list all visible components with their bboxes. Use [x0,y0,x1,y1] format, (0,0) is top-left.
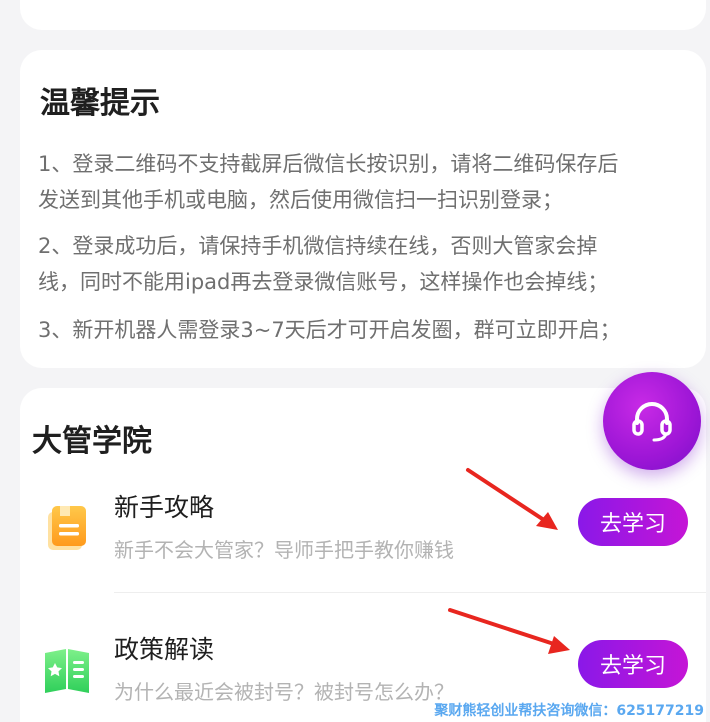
study-button[interactable]: 去学习 [578,640,688,688]
tip-1-line-1: 1、登录二维码不支持截屏后微信长按识别，请将二维码保存后 [38,152,619,176]
academy-card: 大管学院 新手攻略 新手不会大管家？导师手把手教你赚钱 去学习 政策解读 为什么… [20,388,706,722]
academy-item-beginner-guide[interactable]: 新手攻略 新手不会大管家？导师手把手教你赚钱 去学习 [20,478,706,588]
item-description: 新手不会大管家？导师手把手教你赚钱 [114,538,454,562]
tip-item-1: 1、登录二维码不支持截屏后微信长按识别，请将二维码保存后 发送到其他手机或电脑，… [38,146,700,218]
annotation-arrow-icon [448,608,570,654]
watermark-text: 聚财熊轻创业帮扶咨询微信：625177219 [434,703,704,719]
tips-card: 温馨提示 1、登录二维码不支持截屏后微信长按识别，请将二维码保存后 发送到其他手… [20,50,706,368]
tips-title: 温馨提示 [40,86,160,121]
tip-3-line-1: 3、新开机器人需登录3~7天后才可开启发圈，群可立即开启； [38,318,621,342]
customer-service-button[interactable] [603,372,701,470]
item-divider [114,592,706,593]
study-button[interactable]: 去学习 [578,498,688,546]
item-title: 政策解读 [114,635,215,664]
annotation-arrow-icon [466,468,558,530]
tip-2-line-2: 线，同时不能用ipad再去登录微信账号，这样操作也会掉线； [38,270,609,294]
item-description: 为什么最近会被封号？被封号怎么办？ [114,680,454,704]
tip-2-line-1: 2、登录成功后，请保持手机微信持续在线，否则大管家会掉 [38,234,598,258]
tip-item-3: 3、新开机器人需登录3~7天后才可开启发圈，群可立即开启； [38,312,700,348]
tip-item-2: 2、登录成功后，请保持手机微信持续在线，否则大管家会掉 线，同时不能用ipad再… [38,228,700,300]
headset-icon [632,402,672,442]
book-icon [48,506,86,550]
previous-section-card [20,0,706,30]
tip-1-line-2: 发送到其他手机或电脑，然后使用微信扫一扫识别登录； [38,188,563,212]
open-book-icon [45,649,89,693]
academy-title: 大管学院 [32,424,152,459]
item-title: 新手攻略 [114,493,215,522]
